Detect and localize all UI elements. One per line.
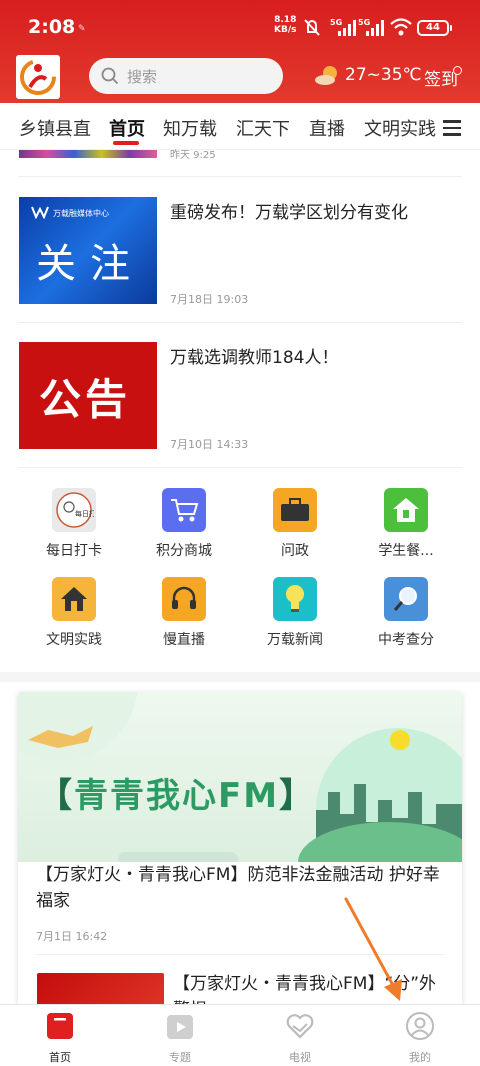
signal-2-icon: 5G — [358, 18, 384, 36]
news-thumbnail: 万载融媒体中心 关注 — [19, 197, 157, 304]
nav-tv[interactable]: 电视 — [270, 1011, 330, 1065]
search-placeholder: 搜索 — [127, 68, 158, 86]
news-thumbnail: 公告 — [19, 342, 157, 449]
tab-know-wanzai[interactable]: 知万载 — [163, 115, 217, 141]
tab-township[interactable]: 乡镇县直 — [19, 115, 91, 141]
signin-badge-dot — [453, 66, 462, 75]
weather-temperature[interactable]: 27~35℃ — [345, 65, 422, 85]
wifi-icon — [390, 18, 412, 36]
svg-text:5G: 5G — [358, 18, 370, 27]
divider — [18, 322, 462, 323]
notification-dot-icon: ✎ — [78, 24, 86, 34]
home-tab-icon — [47, 1013, 73, 1039]
app-logo[interactable] — [16, 55, 60, 99]
service-student-meal[interactable]: 学生餐... — [366, 488, 446, 560]
status-time: 2:08 — [28, 16, 76, 38]
tab-live[interactable]: 直播 — [309, 115, 345, 141]
briefcase-icon — [273, 488, 317, 532]
net-speed: 8.18 KB/s — [274, 15, 297, 35]
status-bar: 2:08 ✎ 8.18 KB/s 5G 5G 44 — [0, 0, 480, 52]
news-item[interactable]: 万载融媒体中心 关注 重磅发布！万载学区划分有变化 7月18日 19:03 — [0, 197, 480, 307]
mute-icon — [304, 19, 320, 36]
magnifier-icon — [384, 577, 428, 621]
profile-icon — [406, 1012, 434, 1040]
nav-mine[interactable]: 我的 — [390, 1011, 450, 1065]
house-icon — [52, 577, 96, 621]
search-bar[interactable]: 搜索 — [89, 58, 283, 94]
divider — [18, 176, 462, 177]
svg-text:5G: 5G — [330, 18, 342, 27]
news-date: 7月18日 19:03 — [170, 293, 249, 306]
news-date-partial: 昨天 9:25 — [170, 150, 216, 161]
service-points-mall[interactable]: 积分商城 — [144, 488, 224, 560]
logo-icon — [20, 59, 56, 95]
tv-heart-icon — [286, 1014, 314, 1039]
service-daily-checkin[interactable]: 每日打卡 每日打卡 — [34, 488, 114, 560]
tab-world[interactable]: 汇天下 — [236, 115, 290, 141]
section-separator — [0, 672, 480, 682]
media-center-logo-icon — [31, 206, 49, 219]
headset-icon — [162, 577, 206, 621]
tab-home[interactable]: 首页 — [109, 115, 145, 141]
news-thumbnail-partial[interactable] — [19, 150, 157, 158]
lightbulb-icon — [273, 577, 317, 621]
service-civilization[interactable]: 文明实践 — [34, 577, 114, 649]
shopping-cart-icon — [162, 488, 206, 532]
topic-play-icon — [167, 1015, 193, 1039]
bottom-navigation: 首页 专题 电视 我的 — [0, 1004, 480, 1066]
home-icon — [384, 488, 428, 532]
service-exam-score[interactable]: 中考查分 — [366, 577, 446, 649]
app-header: 2:08 ✎ 8.18 KB/s 5G 5G 44 搜索 27~35℃ 签到 — [0, 0, 480, 103]
service-inquiry[interactable]: 问政 — [255, 488, 335, 560]
service-slow-live[interactable]: 慢直播 — [144, 577, 224, 649]
news-date: 7月10日 14:33 — [170, 438, 249, 451]
news-item[interactable]: 公告 万载选调教师184人！ 7月10日 14:33 — [0, 342, 480, 452]
menu-icon[interactable] — [443, 120, 461, 136]
daily-checkin-icon: 每日打卡 — [52, 488, 96, 532]
news-title: 万载选调教师184人！ — [170, 348, 339, 368]
signal-1-icon: 5G — [330, 18, 356, 36]
nav-topics[interactable]: 专题 — [150, 1011, 210, 1065]
annotation-arrow-icon — [344, 897, 402, 1001]
banner-title: 【青青我心FM】 — [38, 776, 316, 816]
channel-tabs: 乡镇县直 首页 知万载 汇天下 直播 文明实践 — [0, 103, 480, 150]
svg-text:每日打卡: 每日打卡 — [75, 509, 94, 518]
featured-date: 7月1日 16:42 — [36, 930, 108, 943]
nav-home[interactable]: 首页 — [30, 1011, 90, 1065]
divider — [18, 467, 462, 468]
featured-banner: 【青青我心FM】 — [18, 692, 462, 862]
tab-civilization[interactable]: 文明实践 — [364, 115, 436, 141]
weather-sunny-cloudy-icon — [315, 66, 337, 85]
news-title: 重磅发布！万载学区划分有变化 — [170, 203, 408, 223]
service-wanzai-news[interactable]: 万载新闻 — [255, 577, 335, 649]
battery-indicator: 44 — [417, 20, 452, 36]
active-tab-indicator — [113, 141, 139, 145]
search-icon — [101, 67, 119, 85]
